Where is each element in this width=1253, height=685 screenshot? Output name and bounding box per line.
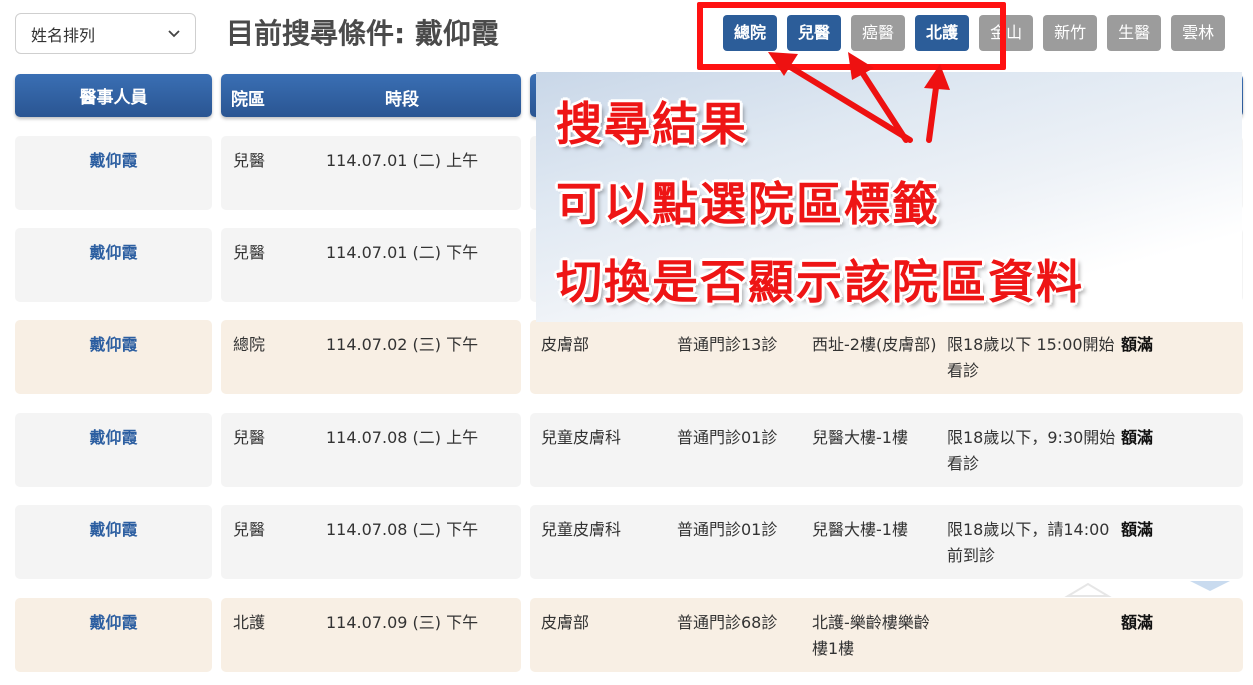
staff-name-link[interactable]: 戴仰霞 xyxy=(15,413,212,487)
row-time: 114.07.09 (三) 下午 xyxy=(326,613,479,632)
annotation-line-3: 切換是否顯示該院區資料 xyxy=(556,255,1084,309)
row-branch-time: 兒醫 114.07.08 (二) 下午 xyxy=(221,505,521,579)
row-branch: 兒醫 xyxy=(233,520,266,539)
row-clinic: 普通門診01診 xyxy=(677,428,778,447)
row-branch-time: 北護 114.07.09 (三) 下午 xyxy=(221,598,521,672)
row-branch: 總院 xyxy=(233,335,266,354)
row-note: 限18歲以下 15:00開始看診 xyxy=(947,335,1115,380)
row-details: 皮膚部 普通門診13診 西址-2樓(皮膚部) 限18歲以下 15:00開始看診 … xyxy=(530,320,1243,394)
row-time: 114.07.08 (二) 上午 xyxy=(326,428,479,447)
row-branch-time: 兒醫 114.07.01 (二) 下午 xyxy=(221,228,521,302)
row-time: 114.07.01 (二) 下午 xyxy=(326,243,479,262)
branch-tag-main[interactable]: 總院 xyxy=(723,15,778,51)
branch-tag-yunlin[interactable]: 雲林 xyxy=(1171,15,1226,51)
row-note: 限18歲以下，9:30開始看診 xyxy=(947,428,1116,473)
row-branch-time: 總院 114.07.02 (三) 下午 xyxy=(221,320,521,394)
row-branch: 北護 xyxy=(233,613,266,632)
annotation-line-2: 可以點選院區標籤 xyxy=(556,177,940,231)
header-branch-time: 院區 時段 xyxy=(221,74,521,117)
row-branch-time: 兒醫 114.07.08 (二) 上午 xyxy=(221,413,521,487)
row-location: 兒醫大樓-1樓 xyxy=(812,520,908,539)
row-details: 兒童皮膚科 普通門診01診 兒醫大樓-1樓 限18歲以下，9:30開始看診 額滿 xyxy=(530,413,1243,487)
row-dept: 皮膚部 xyxy=(541,613,590,632)
staff-name-link[interactable]: 戴仰霞 xyxy=(15,136,212,210)
annotation-line-1: 搜尋結果 xyxy=(556,97,748,151)
table-row: 戴仰霞 總院 114.07.02 (三) 下午 皮膚部 普通門診13診 西址-2… xyxy=(0,320,1253,394)
sort-select[interactable]: 姓名排列 xyxy=(15,13,196,54)
page-title: 目前搜尋條件: 戴仰霞 xyxy=(226,17,499,50)
branch-tag-bar: 總院 兒醫 癌醫 北護 金山 新竹 生醫 雲林 xyxy=(723,15,1226,51)
row-time: 114.07.08 (二) 下午 xyxy=(326,520,479,539)
staff-name-link[interactable]: 戴仰霞 xyxy=(15,320,212,394)
table-row: 戴仰霞 兒醫 114.07.08 (二) 上午 兒童皮膚科 普通門診01診 兒醫… xyxy=(0,413,1253,487)
row-time: 114.07.02 (三) 下午 xyxy=(326,335,479,354)
row-branch: 兒醫 xyxy=(233,428,266,447)
header-staff: 醫事人員 xyxy=(15,74,212,117)
row-location: 北護-樂齡樓樂齡樓1樓 xyxy=(812,613,930,658)
staff-name-link[interactable]: 戴仰霞 xyxy=(15,228,212,302)
sort-select-label: 姓名排列 xyxy=(31,25,96,45)
row-note: 限18歲以下，請14:00前到診 xyxy=(947,520,1110,565)
decorative-shapes xyxy=(1064,581,1230,597)
row-status: 額滿 xyxy=(1121,335,1154,354)
branch-tag-cancer[interactable]: 癌醫 xyxy=(851,15,906,51)
row-clinic: 普通門診01診 xyxy=(677,520,778,539)
branch-tag-jinshan[interactable]: 金山 xyxy=(979,15,1034,51)
row-details: 兒童皮膚科 普通門診01診 兒醫大樓-1樓 限18歲以下，請14:00前到診 額… xyxy=(530,505,1243,579)
branch-tag-beihu[interactable]: 北護 xyxy=(915,15,970,51)
row-time: 114.07.01 (二) 上午 xyxy=(326,151,479,170)
row-branch-time: 兒醫 114.07.01 (二) 上午 xyxy=(221,136,521,210)
row-branch: 兒醫 xyxy=(233,151,266,170)
row-dept: 兒童皮膚科 xyxy=(541,428,622,447)
row-clinic: 普通門診68診 xyxy=(677,613,778,632)
annotation-overlay: 搜尋結果 可以點選院區標籤 切換是否顯示該院區資料 xyxy=(536,72,1242,322)
row-dept: 皮膚部 xyxy=(541,335,590,354)
header-branch-label: 院區 xyxy=(231,90,265,110)
row-clinic: 普通門診13診 xyxy=(677,335,778,354)
row-branch: 兒醫 xyxy=(233,243,266,262)
header-time-label: 時段 xyxy=(385,90,419,110)
row-status: 額滿 xyxy=(1121,520,1154,539)
row-location: 西址-2樓(皮膚部) xyxy=(812,335,937,354)
row-location: 兒醫大樓-1樓 xyxy=(812,428,908,447)
header-staff-label: 醫事人員 xyxy=(79,88,148,108)
chevron-down-icon xyxy=(167,26,181,42)
staff-name-link[interactable]: 戴仰霞 xyxy=(15,505,212,579)
staff-name-link[interactable]: 戴仰霞 xyxy=(15,598,212,672)
branch-tag-children[interactable]: 兒醫 xyxy=(787,15,842,51)
branch-tag-biomed[interactable]: 生醫 xyxy=(1107,15,1162,51)
row-dept: 兒童皮膚科 xyxy=(541,520,622,539)
row-status: 額滿 xyxy=(1121,428,1154,447)
table-row: 戴仰霞 兒醫 114.07.08 (二) 下午 兒童皮膚科 普通門診01診 兒醫… xyxy=(0,505,1253,579)
branch-tag-hsinchu[interactable]: 新竹 xyxy=(1043,15,1098,51)
